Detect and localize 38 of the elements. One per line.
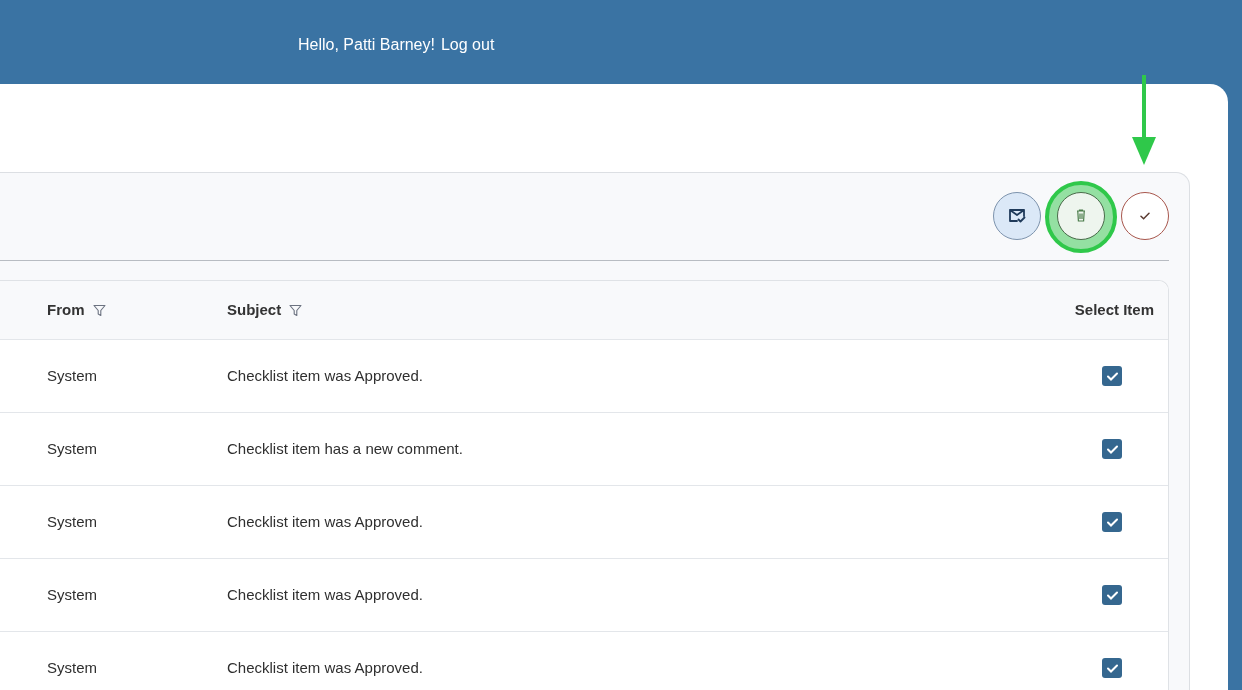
check-icon (1106, 663, 1118, 673)
column-header: From (47, 299, 85, 320)
table-cell-text: Checklist item was Approved. (227, 657, 423, 678)
row-checkbox[interactable] (1102, 366, 1122, 386)
trash-icon (1076, 209, 1086, 222)
table-cell-text: Checklist item has a new comment. (227, 438, 463, 459)
check-icon (1106, 371, 1118, 381)
table-cell-text: System (47, 511, 97, 532)
check-icon (1106, 444, 1118, 454)
table-cell-text: Checklist item was Approved. (227, 511, 423, 532)
table-cell-text: System (47, 365, 97, 386)
column-header: Subject (227, 299, 282, 320)
row-checkbox[interactable] (1102, 585, 1122, 605)
check-icon (1106, 590, 1118, 600)
table-row[interactable]: System Checklist item was Approved. (0, 340, 1168, 413)
row-checkbox[interactable] (1102, 512, 1122, 532)
delete-button[interactable] (1057, 191, 1105, 240)
approve-button[interactable] (1121, 191, 1169, 240)
table-row[interactable]: System Checklist item was Approved. (0, 632, 1168, 690)
table-cell-text: System (47, 438, 97, 459)
row-checkbox[interactable] (1102, 439, 1122, 459)
row-checkbox[interactable] (1102, 658, 1122, 678)
greeting-text: Hello, Patti Barney! (298, 35, 435, 55)
logout-link[interactable]: Log out (440, 33, 495, 57)
check-icon (1106, 517, 1118, 527)
mail-check-icon (1008, 208, 1026, 223)
table-cell-text: System (47, 657, 97, 678)
table-cell-text: System (47, 584, 97, 605)
check-icon (1140, 211, 1150, 220)
mark-read-button[interactable] (993, 191, 1041, 240)
table-row[interactable]: System Checklist item has a new comment. (0, 413, 1168, 486)
filter-icon[interactable] (289, 303, 303, 317)
table-row[interactable]: System Checklist item was Approved. (0, 486, 1168, 559)
table-cell-text: Checklist item was Approved. (227, 365, 423, 386)
table-cell-text: Checklist item was Approved. (227, 584, 423, 605)
column-header: Select Item (1074, 299, 1154, 320)
filter-icon[interactable] (92, 303, 106, 317)
table-row[interactable]: System Checklist item was Approved. (0, 559, 1168, 632)
